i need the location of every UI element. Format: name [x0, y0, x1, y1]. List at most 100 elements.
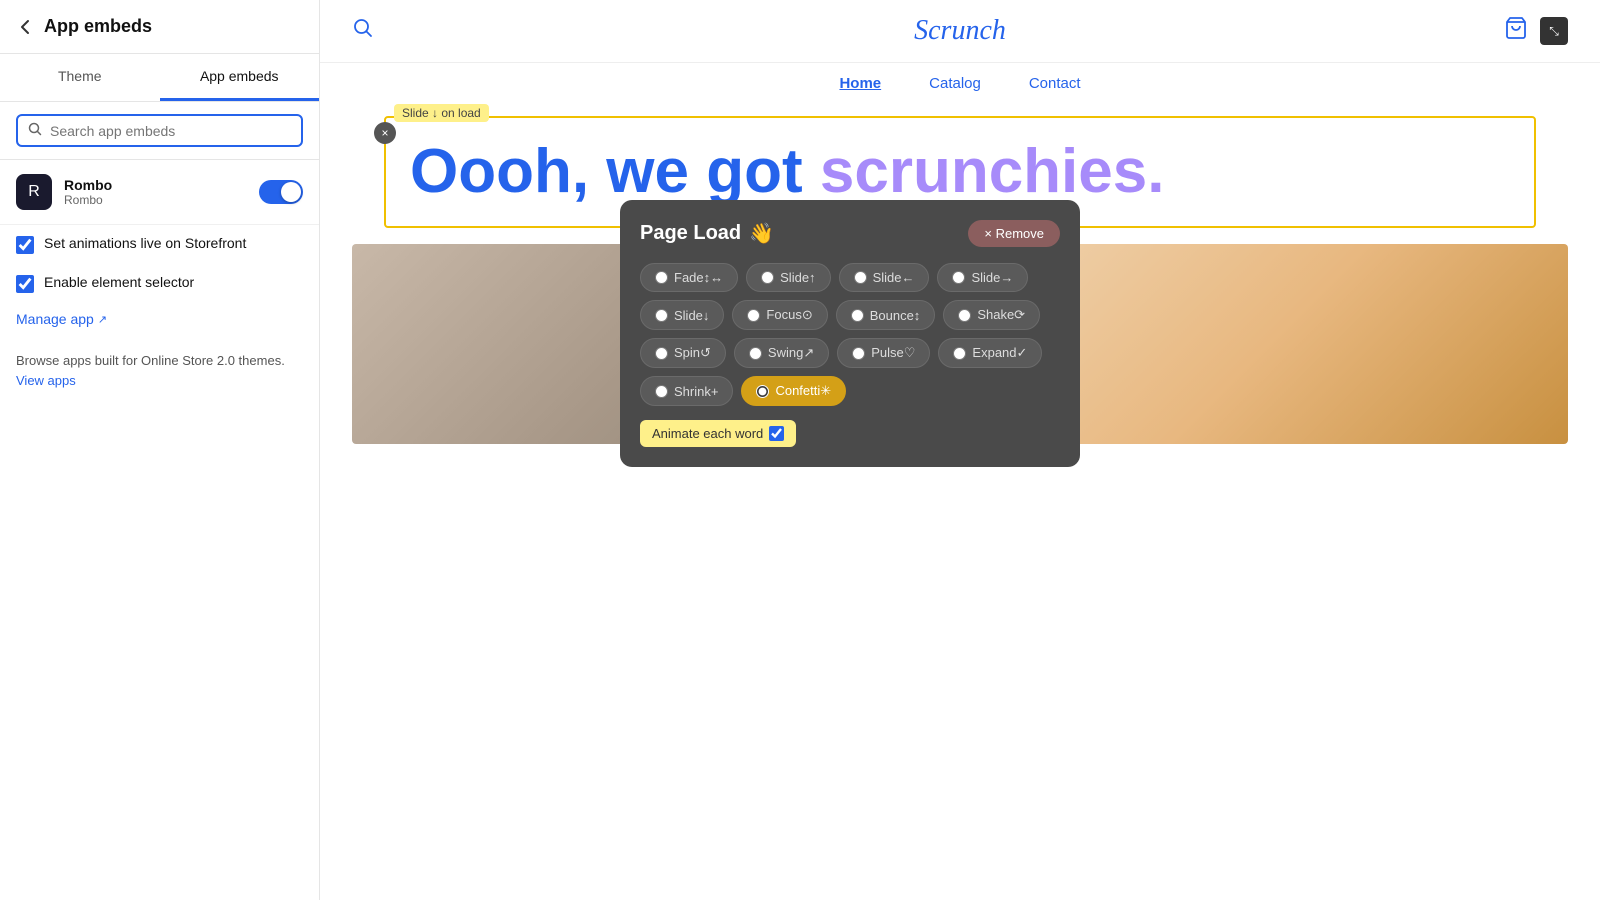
anim-label-fade: Fade↕↔ [674, 270, 723, 285]
anim-row-4: Shrink+ Confetti✳ [640, 376, 1060, 406]
anim-option-slide-down[interactable]: Slide↓ [640, 300, 724, 330]
store-menu-home[interactable]: Home [839, 75, 881, 92]
anim-label-spin: Spin↺ [674, 345, 711, 361]
search-area [0, 102, 319, 160]
anim-option-shake[interactable]: Shake⟳ [943, 300, 1040, 330]
sidebar: App embeds Theme App embeds R Rombo Romb… [0, 0, 320, 900]
anim-radio-pulse[interactable] [852, 347, 865, 360]
anim-radio-confetti[interactable] [756, 385, 769, 398]
anim-label-shake: Shake⟳ [977, 307, 1025, 323]
animate-each-word-checkbox[interactable] [769, 426, 784, 441]
store-menu-catalog[interactable]: Catalog [929, 75, 981, 92]
remove-label: × Remove [984, 226, 1044, 241]
store-logo: Scrunch [914, 15, 1006, 47]
anim-option-slide-up[interactable]: Slide↑ [746, 263, 830, 292]
sidebar-header: App embeds [0, 0, 319, 54]
anim-radio-slide-down[interactable] [655, 309, 668, 322]
anim-label-slide-left: Slide← [873, 270, 915, 285]
anim-label-pulse: Pulse♡ [871, 345, 915, 361]
main-preview: Scrunch ⤡ Home Catalog Contact [320, 0, 1600, 900]
hero-word-1: Oooh, [410, 137, 606, 206]
anim-row-1: Fade↕↔ Slide↑ Slide← Slide→ [640, 263, 1060, 292]
search-input[interactable] [50, 123, 291, 139]
store-expand-button[interactable]: ⤡ [1540, 17, 1568, 45]
page-load-emoji: 👋 [749, 221, 774, 246]
anim-option-slide-right[interactable]: Slide→ [937, 263, 1028, 292]
manage-app-text: Manage app [16, 311, 94, 327]
anim-label-confetti: Confetti✳ [775, 383, 831, 399]
anim-radio-shake[interactable] [958, 309, 971, 322]
animation-modal: Page Load 👋 × Remove Fade↕↔ Slide↑ [620, 200, 1080, 467]
app-icon-char: R [28, 183, 40, 201]
store-menu-contact[interactable]: Contact [1029, 75, 1081, 92]
enable-selector-label: Enable element selector [44, 274, 194, 290]
anim-radio-slide-left[interactable] [854, 271, 867, 284]
store-nav: Scrunch ⤡ [320, 0, 1600, 63]
store-menu: Home Catalog Contact [320, 63, 1600, 104]
set-animations-label: Set animations live on Storefront [44, 235, 246, 251]
enable-selector-item: Enable element selector [0, 264, 319, 303]
anim-row-3: Spin↺ Swing↗ Pulse♡ Expand✓ [640, 338, 1060, 368]
anim-option-expand[interactable]: Expand✓ [938, 338, 1042, 368]
anim-radio-shrink[interactable] [655, 385, 668, 398]
anim-radio-fade[interactable] [655, 271, 668, 284]
anim-radio-slide-up[interactable] [761, 271, 774, 284]
close-x-button[interactable]: × [374, 122, 396, 144]
anim-label-slide-up: Slide↑ [780, 270, 815, 285]
anim-label-expand: Expand✓ [972, 345, 1027, 361]
anim-row-2: Slide↓ Focus⊙ Bounce↕ Shake⟳ [640, 300, 1060, 330]
hero-word-4: scrunchies. [820, 137, 1165, 206]
anim-option-pulse[interactable]: Pulse♡ [837, 338, 930, 368]
back-button[interactable] [16, 17, 36, 37]
anim-radio-swing[interactable] [749, 347, 762, 360]
store-search-icon[interactable] [352, 17, 374, 45]
anim-option-confetti[interactable]: Confetti✳ [741, 376, 846, 406]
anim-label-slide-down: Slide↓ [674, 308, 709, 323]
anim-label-swing: Swing↗ [768, 345, 814, 361]
animation-options-grid: Fade↕↔ Slide↑ Slide← Slide→ [640, 263, 1060, 406]
anim-radio-spin[interactable] [655, 347, 668, 360]
app-name: Rombo [64, 177, 259, 193]
anim-label-shrink: Shrink+ [674, 384, 718, 399]
anim-label-bounce: Bounce↕ [870, 308, 921, 323]
anim-radio-bounce[interactable] [851, 309, 864, 322]
hero-word-3: got [706, 137, 820, 206]
anim-label-focus: Focus⊙ [766, 307, 812, 323]
store-cart-icon[interactable] [1504, 16, 1528, 46]
hero-text: Oooh, we got scrunchies. [410, 138, 1510, 206]
hero-word-2: we [606, 137, 706, 206]
search-input-wrap [16, 114, 303, 147]
external-link-icon: ↗ [98, 313, 107, 326]
anim-radio-expand[interactable] [953, 347, 966, 360]
app-info: Rombo Rombo [64, 177, 259, 207]
tab-app-embeds[interactable]: App embeds [160, 54, 320, 101]
anim-option-bounce[interactable]: Bounce↕ [836, 300, 936, 330]
set-animations-checkbox[interactable] [16, 236, 34, 254]
anim-radio-focus[interactable] [747, 309, 760, 322]
remove-button[interactable]: × Remove [968, 220, 1060, 247]
animation-modal-header: Page Load 👋 × Remove [640, 220, 1060, 247]
app-toggle[interactable] [259, 180, 303, 204]
anim-label-slide-right: Slide→ [971, 270, 1013, 285]
search-icon [28, 122, 42, 139]
manage-app-link[interactable]: Manage app ↗ [0, 303, 319, 335]
anim-option-fade[interactable]: Fade↕↔ [640, 263, 738, 292]
view-apps-link[interactable]: View apps [16, 373, 76, 388]
animate-each-word-label[interactable]: Animate each word [640, 420, 796, 447]
page-load-label: Page Load [640, 222, 741, 245]
tab-theme[interactable]: Theme [0, 54, 160, 101]
preview-frame: Scrunch ⤡ Home Catalog Contact [320, 0, 1600, 900]
sidebar-tabs: Theme App embeds [0, 54, 319, 102]
anim-radio-slide-right[interactable] [952, 271, 965, 284]
anim-option-slide-left[interactable]: Slide← [839, 263, 930, 292]
enable-selector-checkbox[interactable] [16, 275, 34, 293]
app-icon-rombo: R [16, 174, 52, 210]
anim-option-swing[interactable]: Swing↗ [734, 338, 829, 368]
anim-option-focus[interactable]: Focus⊙ [732, 300, 827, 330]
anim-option-shrink[interactable]: Shrink+ [640, 376, 733, 406]
anim-option-spin[interactable]: Spin↺ [640, 338, 726, 368]
browse-text: Browse apps built for Online Store 2.0 t… [0, 335, 319, 406]
app-subtitle: Rombo [64, 193, 259, 207]
animation-modal-title: Page Load 👋 [640, 221, 774, 246]
animation-footer: Animate each word [640, 420, 1060, 447]
